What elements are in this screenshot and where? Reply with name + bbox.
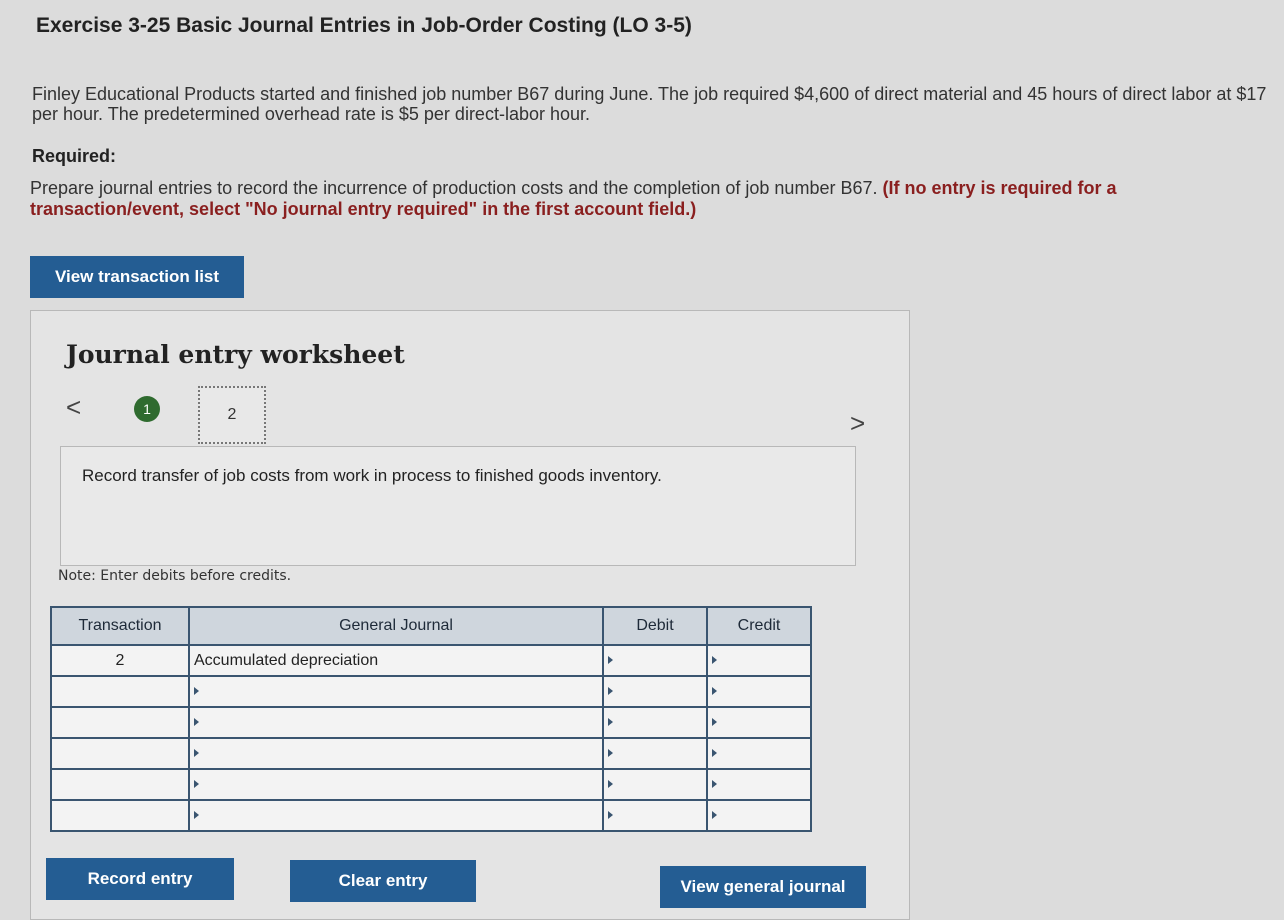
cell-marker-icon	[608, 780, 613, 789]
account-value: Accumulated depreciation	[194, 651, 379, 669]
credit-field[interactable]	[706, 644, 812, 677]
cell-marker-icon	[712, 749, 717, 758]
transaction-cell	[50, 768, 190, 801]
account-field[interactable]	[188, 675, 604, 708]
view-transaction-list-button[interactable]: View transaction list	[30, 256, 244, 298]
cell-marker-icon	[608, 811, 613, 820]
clear-entry-button[interactable]: Clear entry	[290, 860, 476, 902]
transaction-cell: 2	[50, 644, 190, 677]
header-credit: Credit	[706, 606, 812, 646]
debit-field[interactable]	[602, 644, 708, 677]
cell-marker-icon	[608, 718, 613, 727]
required-text: Prepare journal entries to record the in…	[30, 178, 878, 198]
header-transaction: Transaction	[50, 606, 190, 646]
step-2-current[interactable]: 2	[198, 386, 266, 444]
table-row	[50, 706, 812, 739]
required-instructions: Prepare journal entries to record the in…	[30, 178, 1270, 220]
debit-field[interactable]	[602, 768, 708, 801]
account-field[interactable]	[188, 737, 604, 770]
step-1-completed[interactable]: 1	[134, 396, 160, 422]
debit-field[interactable]	[602, 675, 708, 708]
transaction-description-box	[60, 446, 856, 566]
page-title: Exercise 3-25 Basic Journal Entries in J…	[36, 14, 692, 37]
cell-marker-icon	[608, 687, 613, 696]
table-row	[50, 675, 812, 708]
header-general-journal: General Journal	[188, 606, 604, 646]
account-field[interactable]	[188, 799, 604, 832]
entry-note: Note: Enter debits before credits.	[58, 568, 292, 584]
cell-marker-icon	[194, 718, 199, 727]
table-header-row: Transaction General Journal Debit Credit	[50, 606, 812, 646]
required-label: Required:	[32, 146, 117, 166]
previous-step-arrow[interactable]: <	[66, 392, 81, 423]
cell-marker-icon	[712, 811, 717, 820]
table-row	[50, 737, 812, 770]
credit-field[interactable]	[706, 768, 812, 801]
record-entry-button[interactable]: Record entry	[46, 858, 234, 900]
cell-marker-icon	[608, 656, 613, 665]
problem-intro: Finley Educational Products started and …	[32, 84, 1267, 124]
debit-field[interactable]	[602, 799, 708, 832]
credit-field[interactable]	[706, 706, 812, 739]
table-row	[50, 768, 812, 801]
cell-marker-icon	[712, 687, 717, 696]
credit-field[interactable]	[706, 799, 812, 832]
account-field[interactable]	[188, 768, 604, 801]
worksheet-title: Journal entry worksheet	[66, 340, 405, 369]
transaction-cell	[50, 737, 190, 770]
cell-marker-icon	[194, 811, 199, 820]
cell-marker-icon	[712, 718, 717, 727]
view-general-journal-button[interactable]: View general journal	[660, 866, 866, 908]
cell-marker-icon	[712, 780, 717, 789]
cell-marker-icon	[608, 749, 613, 758]
transaction-cell	[50, 675, 190, 708]
header-debit: Debit	[602, 606, 708, 646]
credit-field[interactable]	[706, 675, 812, 708]
cell-marker-icon	[712, 656, 717, 665]
journal-entry-table: Transaction General Journal Debit Credit…	[50, 606, 812, 832]
debit-field[interactable]	[602, 706, 708, 739]
cell-marker-icon	[194, 749, 199, 758]
table-row: 2 Accumulated depreciation	[50, 644, 812, 677]
debit-field[interactable]	[602, 737, 708, 770]
transaction-cell	[50, 706, 190, 739]
transaction-cell	[50, 799, 190, 832]
transaction-description: Record transfer of job costs from work i…	[82, 466, 662, 485]
next-step-arrow[interactable]: >	[850, 408, 865, 439]
account-field[interactable]: Accumulated depreciation	[188, 644, 604, 677]
cell-marker-icon	[194, 780, 199, 789]
cell-marker-icon	[194, 687, 199, 696]
table-row	[50, 799, 812, 832]
account-field[interactable]	[188, 706, 604, 739]
credit-field[interactable]	[706, 737, 812, 770]
